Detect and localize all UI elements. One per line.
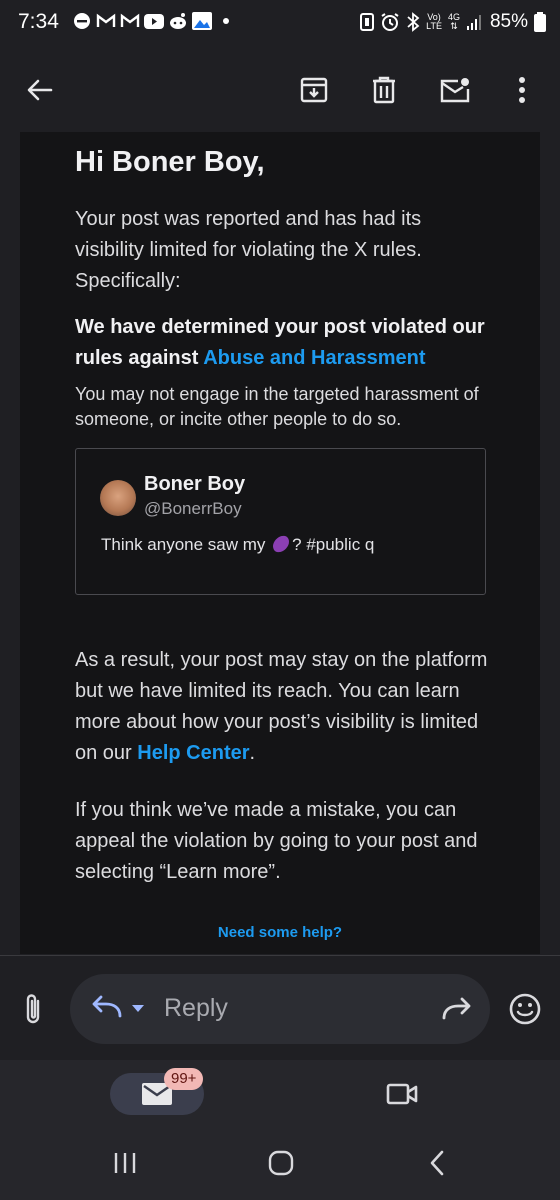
mark-unread-icon (440, 78, 470, 103)
system-navigation-bar (0, 1130, 560, 1200)
nfc-icon (360, 13, 375, 31)
battery-percent: 85% (489, 11, 528, 32)
bottom-navigation: 99+ (0, 1060, 560, 1130)
system-status-icons: Vo) LTE 4G ⇅ 85% (360, 11, 546, 33)
email-intro: Your post was reported and has had its v… (75, 208, 422, 292)
bluetooth-icon (407, 12, 420, 32)
reddit-icon (168, 12, 188, 30)
back-arrow-icon (27, 79, 53, 101)
back-nav-button[interactable] (428, 1150, 446, 1181)
signal-icon (466, 15, 481, 30)
more-notifications-dot-icon (216, 12, 236, 30)
eggplant-emoji-icon (269, 533, 293, 555)
status-bar: 7:34 Vo) LTE 4G ⇅ 85% (0, 0, 560, 48)
archive-icon (300, 77, 328, 103)
post-display-name: Boner Boy (144, 473, 246, 495)
alarm-icon (381, 13, 399, 31)
help-center-link[interactable]: Help Center (137, 742, 249, 764)
more-vert-icon (519, 77, 525, 103)
attach-button[interactable] (20, 992, 48, 1026)
need-help-link[interactable]: Need some help? (20, 924, 540, 941)
smiley-icon (509, 993, 541, 1025)
email-greeting: Hi Boner Boy, (75, 146, 265, 178)
avatar (100, 480, 136, 516)
recent-apps-button[interactable] (112, 1150, 138, 1181)
mail-unread-badge: 99+ (164, 1068, 204, 1090)
back-button[interactable] (18, 68, 62, 112)
nav-meet-tab[interactable] (386, 1082, 418, 1111)
paperclip-icon (26, 994, 40, 1024)
recent-apps-icon (114, 1153, 136, 1173)
app-bar (0, 48, 560, 132)
status-time: 7:34 (18, 10, 59, 33)
battery-icon (534, 12, 546, 32)
reply-bar: Reply (0, 955, 560, 1060)
rule-description: You may not engage in the targeted haras… (75, 384, 479, 429)
reply-options-chevron-icon[interactable] (132, 1005, 144, 1012)
notification-icons (72, 12, 236, 30)
post-handle: @BonerrBoy (144, 499, 242, 518)
home-button[interactable] (268, 1150, 294, 1181)
reply-arrow-icon (92, 995, 122, 1018)
gmail-icon (96, 12, 116, 30)
appeal-paragraph: If you think we’ve made a mistake, you c… (75, 799, 478, 883)
back-chevron-icon (430, 1150, 444, 1176)
network-type-indicator: 4G ⇅ (447, 12, 460, 31)
delete-button[interactable] (362, 68, 406, 112)
abuse-harassment-link[interactable]: Abuse and Harassment (203, 347, 425, 369)
result-paragraph: As a result, your post may stay on the p… (75, 649, 488, 764)
mark-unread-button[interactable] (433, 68, 477, 112)
rule-heading: We have determined your post violated ou… (75, 312, 505, 374)
archive-button[interactable] (292, 68, 336, 112)
video-camera-icon (386, 1083, 418, 1105)
email-body: Hi Boner Boy, Your post was reported and… (20, 132, 540, 954)
youtube-icon (144, 12, 164, 30)
reply-label: Reply (164, 994, 228, 1022)
do-not-disturb-icon (72, 12, 92, 30)
forward-icon[interactable] (442, 996, 472, 1022)
volte-indicator: Vo) LTE (426, 12, 442, 31)
reply-field[interactable]: Reply (70, 974, 490, 1044)
gallery-icon (192, 12, 212, 30)
emoji-reaction-button[interactable] (508, 992, 542, 1026)
post-text: Think anyone saw my ? #public q (101, 533, 375, 555)
more-options-button[interactable] (500, 68, 544, 112)
delete-icon (373, 76, 395, 104)
gmail-icon (120, 12, 140, 30)
reported-post-card[interactable]: Boner Boy @BonerrBoy Think anyone saw my… (75, 448, 486, 595)
home-icon (268, 1150, 294, 1176)
